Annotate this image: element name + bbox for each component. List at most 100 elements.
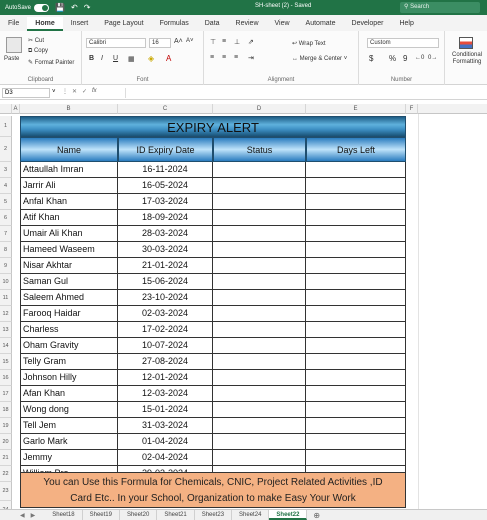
autosave-toggle[interactable] <box>34 3 50 12</box>
row-header[interactable]: 2 <box>0 137 12 162</box>
next-sheet-icon[interactable]: ▶ <box>31 512 36 519</box>
name-cell[interactable]: Telly Gram <box>20 354 118 370</box>
tab-review[interactable]: Review <box>228 17 267 31</box>
row-header[interactable]: 3 <box>0 162 12 178</box>
column-header-b[interactable]: B <box>20 104 118 114</box>
status-cell[interactable] <box>213 354 306 370</box>
name-cell[interactable]: Oham Gravity <box>20 338 118 354</box>
sheet-tab-sheet20[interactable]: Sheet20 <box>120 510 158 520</box>
name-cell[interactable]: Saleem Ahmed <box>20 290 118 306</box>
sheet-tab-sheet22[interactable]: Sheet22 <box>269 510 308 520</box>
days-left-cell[interactable] <box>306 322 406 338</box>
days-left-cell[interactable] <box>306 162 406 178</box>
font-size-select[interactable]: 16 <box>149 38 171 48</box>
percent-button[interactable]: % <box>389 54 396 63</box>
name-cell[interactable]: Johnson Hilly <box>20 370 118 386</box>
tab-page-layout[interactable]: Page Layout <box>96 17 151 31</box>
underline-button[interactable]: U <box>113 55 118 62</box>
redo-icon[interactable]: ↷ <box>84 3 91 12</box>
column-header-c[interactable]: C <box>118 104 213 114</box>
column-header-d[interactable]: D <box>213 104 306 114</box>
days-left-cell[interactable] <box>306 242 406 258</box>
status-cell[interactable] <box>213 434 306 450</box>
expiry-date-cell[interactable]: 28-03-2024 <box>118 226 213 242</box>
expiry-date-cell[interactable]: 01-04-2024 <box>118 434 213 450</box>
days-left-cell[interactable] <box>306 194 406 210</box>
status-cell[interactable] <box>213 306 306 322</box>
align-middle-icon[interactable]: ≡ <box>222 38 226 45</box>
status-cell[interactable] <box>213 386 306 402</box>
status-cell[interactable] <box>213 226 306 242</box>
comma-button[interactable]: 9 <box>403 54 407 63</box>
tab-file[interactable]: File <box>0 17 27 31</box>
expiry-date-cell[interactable]: 02-04-2024 <box>118 450 213 466</box>
status-cell[interactable] <box>213 194 306 210</box>
status-cell[interactable] <box>213 242 306 258</box>
conditional-formatting-button[interactable]: Conditional Formatting <box>448 52 486 66</box>
name-cell[interactable]: Jemmy <box>20 450 118 466</box>
expiry-date-cell[interactable]: 18-09-2024 <box>118 210 213 226</box>
number-format-select[interactable]: Custom <box>367 38 439 48</box>
status-cell[interactable] <box>213 162 306 178</box>
align-left-icon[interactable]: ≡ <box>210 54 214 61</box>
borders-icon[interactable]: ▦ <box>128 55 135 63</box>
days-left-cell[interactable] <box>306 226 406 242</box>
row-header[interactable]: 7 <box>0 226 12 242</box>
expiry-alert-banner[interactable]: EXPIRY ALERT <box>20 116 406 137</box>
sheet-tab-sheet19[interactable]: Sheet19 <box>83 510 120 520</box>
sheet-tab-sheet23[interactable]: Sheet23 <box>195 510 233 520</box>
row-header[interactable]: 4 <box>0 178 12 194</box>
insert-function-icon[interactable]: fx <box>92 88 97 94</box>
column-header-e[interactable]: E <box>306 104 406 114</box>
expiry-date-cell[interactable]: 27-08-2024 <box>118 354 213 370</box>
status-cell[interactable] <box>213 338 306 354</box>
name-box[interactable]: D3 <box>2 88 50 98</box>
days-left-cell[interactable] <box>306 210 406 226</box>
grow-font-icon[interactable]: A˄ <box>174 38 183 45</box>
row-header[interactable]: 12 <box>0 306 12 322</box>
tab-home[interactable]: Home <box>27 17 63 31</box>
tab-data[interactable]: Data <box>197 17 228 31</box>
days-left-cell[interactable] <box>306 402 406 418</box>
sheet-tab-sheet24[interactable]: Sheet24 <box>232 510 270 520</box>
align-bottom-icon[interactable]: ⊥ <box>234 38 240 46</box>
status-cell[interactable] <box>213 178 306 194</box>
column-header-f[interactable]: F <box>406 104 418 114</box>
enter-icon[interactable]: ✓ <box>82 88 87 95</box>
paste-button[interactable]: Paste <box>4 56 19 62</box>
font-color-icon[interactable]: A <box>166 54 171 63</box>
days-left-cell[interactable] <box>306 354 406 370</box>
merge-center-button[interactable]: ↔ Merge & Center ˅ <box>292 56 347 62</box>
expiry-date-cell[interactable]: 12-01-2024 <box>118 370 213 386</box>
tab-view[interactable]: View <box>267 17 298 31</box>
days-left-cell[interactable] <box>306 434 406 450</box>
increase-decimal-icon[interactable]: ←0 <box>415 55 424 61</box>
row-header[interactable]: 18 <box>0 402 12 418</box>
name-box-dropdown-icon[interactable]: ˅ <box>52 89 56 95</box>
name-cell[interactable]: Anfal Khan <box>20 194 118 210</box>
align-top-icon[interactable]: ⊤ <box>210 38 216 46</box>
add-sheet-icon[interactable]: ⊕ <box>313 511 320 520</box>
column-header-a[interactable]: A <box>12 104 20 114</box>
currency-button[interactable]: $ <box>369 54 373 63</box>
shrink-font-icon[interactable]: A˅ <box>186 38 194 44</box>
expiry-date-cell[interactable]: 02-03-2024 <box>118 306 213 322</box>
expiry-date-cell[interactable]: 21-01-2024 <box>118 258 213 274</box>
name-cell[interactable]: Jarrir Ali <box>20 178 118 194</box>
name-cell[interactable]: Attaullah Imran <box>20 162 118 178</box>
row-header[interactable]: 11 <box>0 290 12 306</box>
row-header[interactable]: 1 <box>0 116 12 137</box>
row-header[interactable]: 9 <box>0 258 12 274</box>
name-cell[interactable]: Hameed Waseem <box>20 242 118 258</box>
header-status[interactable]: Status <box>213 137 306 162</box>
days-left-cell[interactable] <box>306 386 406 402</box>
status-cell[interactable] <box>213 290 306 306</box>
row-header[interactable]: 16 <box>0 370 12 386</box>
sheet-tab-sheet21[interactable]: Sheet21 <box>157 510 195 520</box>
status-cell[interactable] <box>213 322 306 338</box>
font-name-select[interactable]: Calibri <box>86 38 146 48</box>
search-input[interactable]: ⚲ Search <box>400 2 480 13</box>
name-cell[interactable]: Garlo Mark <box>20 434 118 450</box>
status-cell[interactable] <box>213 370 306 386</box>
conditional-formatting-icon[interactable] <box>459 37 473 49</box>
